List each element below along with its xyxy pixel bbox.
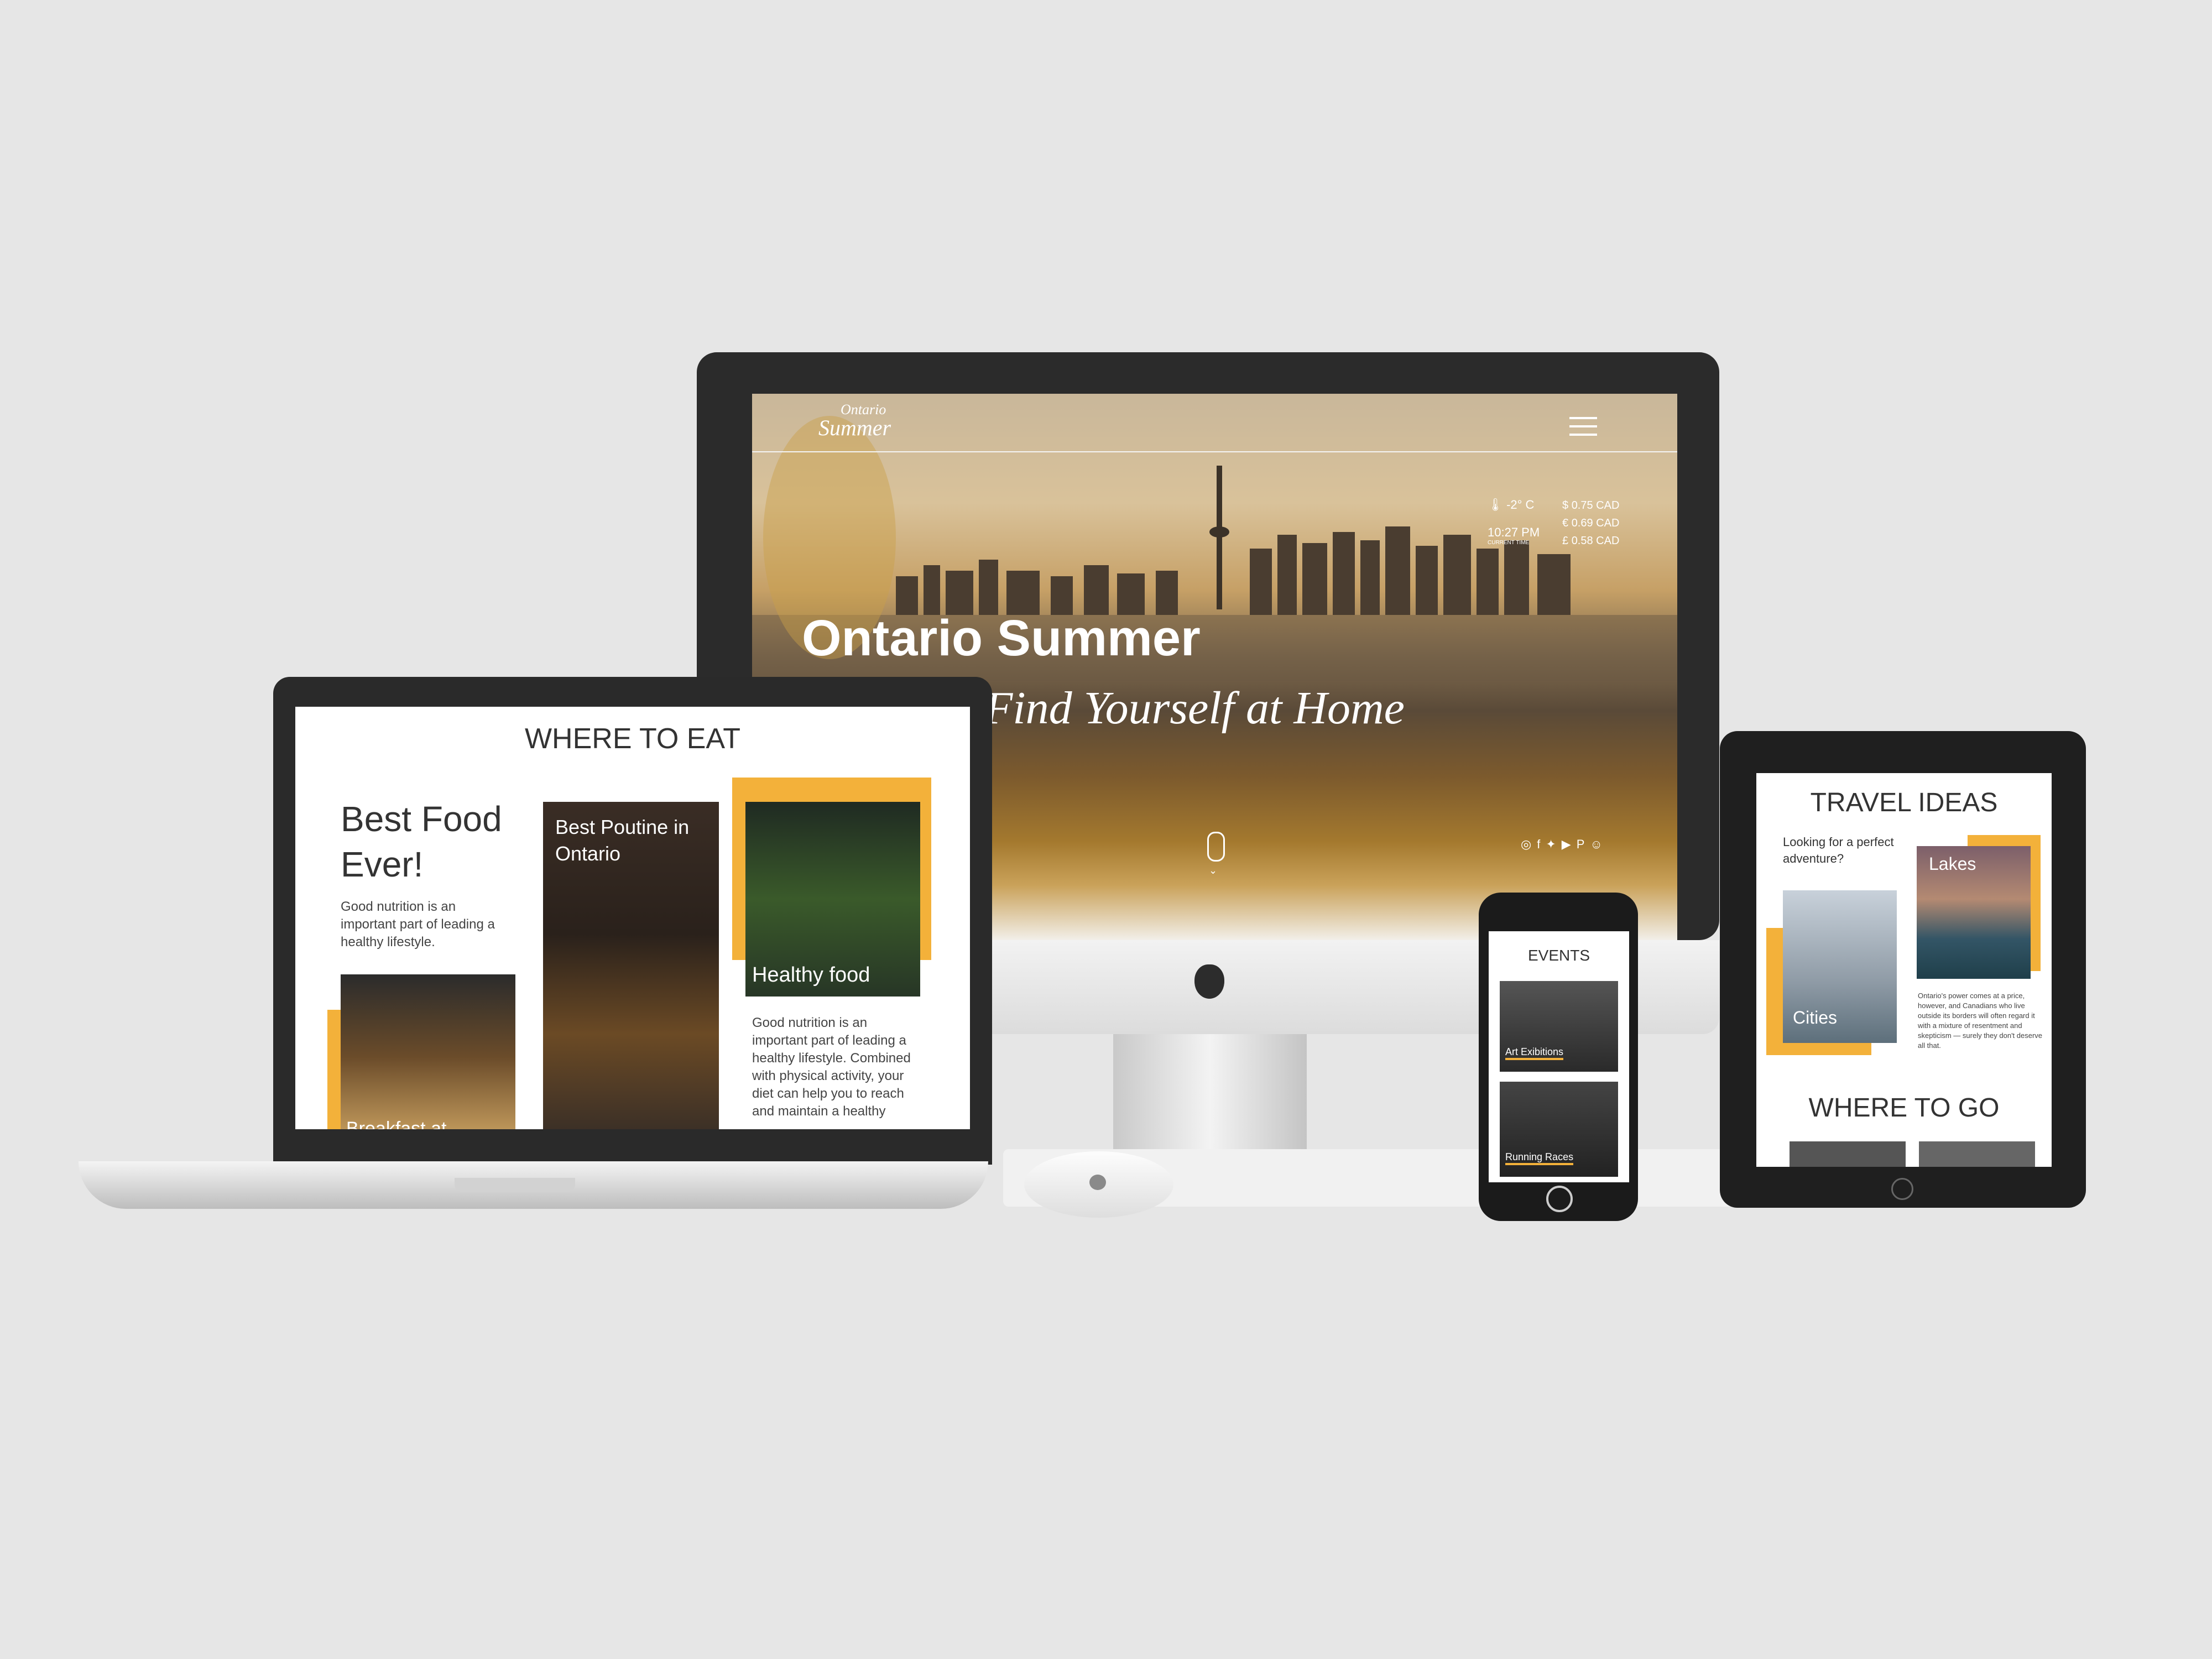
logo-line2: Summer bbox=[818, 415, 891, 440]
where-to-go-card[interactable] bbox=[1790, 1141, 1906, 1167]
where-to-go-card[interactable] bbox=[1919, 1141, 2035, 1167]
paragraph-text: Ontario's power comes at a price, howeve… bbox=[1918, 992, 2043, 1050]
tablet-home-button[interactable] bbox=[1891, 1178, 1913, 1200]
hero-title: Ontario Summer bbox=[802, 610, 1201, 666]
youtube-icon[interactable]: ▶ bbox=[1562, 837, 1577, 851]
card-cities-label: Cities bbox=[1793, 1008, 1838, 1027]
currency-usd: $ 0.75 CAD bbox=[1562, 499, 1620, 512]
card-cities[interactable]: Cities bbox=[1783, 890, 1897, 1043]
card-poutine-label: Best Poutine in Ontario bbox=[555, 816, 690, 865]
apple-logo-icon bbox=[1089, 1175, 1106, 1190]
pinterest-icon[interactable]: P bbox=[1577, 837, 1590, 851]
laptop-notch bbox=[455, 1178, 575, 1192]
card-healthy-label: Healthy food bbox=[752, 963, 870, 987]
intro-text: Good nutrition is an important part of l… bbox=[341, 899, 495, 950]
body-text: Good nutrition is an important part of l… bbox=[752, 1015, 911, 1119]
section-title-where-to-eat: WHERE TO EAT bbox=[524, 723, 741, 755]
snapchat-icon[interactable]: ☺ bbox=[1590, 837, 1608, 851]
card-art-exhibitions[interactable]: Art Exibitions bbox=[1500, 981, 1618, 1072]
section-title-events: EVENTS bbox=[1527, 947, 1590, 964]
card-breakfast[interactable]: Breakfast at bbox=[341, 974, 515, 1129]
card-healthy-food[interactable]: Healthy food bbox=[745, 802, 920, 997]
thermometer-icon: 🌡 bbox=[1488, 498, 1503, 512]
hamburger-menu-icon[interactable] bbox=[1569, 417, 1597, 437]
card-running-races[interactable]: Running Races bbox=[1500, 1082, 1618, 1177]
card-art-label: Art Exibitions bbox=[1505, 1046, 1564, 1060]
imac-stand bbox=[1113, 1034, 1307, 1151]
instagram-icon[interactable]: ◎ bbox=[1521, 837, 1537, 851]
section-title-travel-ideas: TRAVEL IDEAS bbox=[1810, 788, 1998, 817]
current-time-caption: CURRENT TIME bbox=[1488, 540, 1530, 546]
currency-eur: € 0.69 CAD bbox=[1562, 517, 1620, 529]
scroll-mouse-icon[interactable] bbox=[1207, 832, 1225, 862]
twitter-icon[interactable]: ✦ bbox=[1546, 837, 1561, 851]
weather-widget: 🌡 -2° C 10:27 PM CURRENT TIME bbox=[1488, 498, 1540, 546]
currency-widget: $ 0.75 CAD € 0.69 CAD £ 0.58 CAD bbox=[1562, 497, 1619, 550]
card-running-label: Running Races bbox=[1505, 1151, 1574, 1165]
temperature: -2° C bbox=[1506, 498, 1535, 512]
currency-gbp: £ 0.58 CAD bbox=[1562, 535, 1620, 547]
hero-subtitle: Find Yourself at Home bbox=[984, 682, 1405, 734]
card-poutine[interactable]: Best Poutine in Ontario bbox=[543, 802, 719, 1129]
laptop-screen: WHERE TO EAT Best Food Ever! Good nutrit… bbox=[295, 707, 970, 1129]
phone-screen: EVENTS Art Exibitions Running Races bbox=[1489, 931, 1629, 1182]
current-time: 10:27 PM bbox=[1488, 525, 1540, 539]
apple-logo-icon bbox=[1194, 964, 1224, 999]
magic-mouse bbox=[1024, 1151, 1173, 1218]
facebook-icon[interactable]: f bbox=[1537, 837, 1546, 851]
headline: Best Food Ever! bbox=[341, 799, 502, 884]
card-lakes-label: Lakes bbox=[1929, 854, 1976, 874]
phone-home-button[interactable] bbox=[1546, 1186, 1573, 1212]
section-title-where-to-go: WHERE TO GO bbox=[1808, 1093, 2000, 1123]
site-logo[interactable]: Ontario Summer bbox=[818, 401, 891, 440]
social-icons: ◎f✦▶P☺ bbox=[1521, 837, 1608, 852]
tablet-screen: TRAVEL IDEAS Looking for a perfect adven… bbox=[1756, 773, 2052, 1167]
card-lakes[interactable]: Lakes bbox=[1917, 846, 2031, 979]
chevron-down-icon: ⌄ bbox=[1209, 865, 1218, 876]
header-divider bbox=[752, 451, 1677, 452]
card-breakfast-label: Breakfast at bbox=[346, 1118, 447, 1129]
question-text: Looking for a perfect adventure? bbox=[1783, 835, 1894, 865]
